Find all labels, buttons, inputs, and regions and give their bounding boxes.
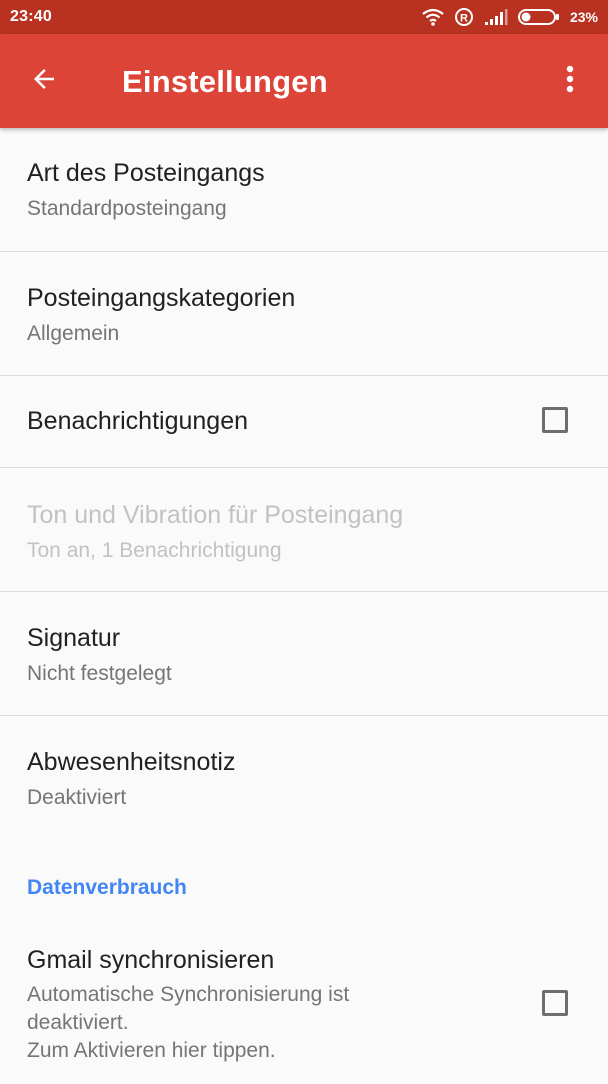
setting-title: Posteingangskategorien: [27, 284, 296, 312]
back-button[interactable]: [20, 57, 68, 105]
overflow-menu-button[interactable]: [550, 57, 590, 105]
setting-summary: Nicht festgelegt: [27, 662, 172, 685]
setting-title: Benachrichtigungen: [27, 407, 248, 435]
signal-icon: [484, 8, 508, 26]
setting-summary: Standardposteingang: [27, 197, 227, 220]
more-vert-icon: [565, 64, 575, 99]
section-header-data-usage: Datenverbrauch: [0, 840, 608, 924]
setting-summary: Automatische Synchronisierung ist deakti…: [27, 983, 350, 1062]
notifications-checkbox[interactable]: [542, 407, 568, 433]
arrow-back-icon: [29, 64, 59, 99]
setting-summary: Allgemein: [27, 322, 120, 345]
setting-vacation-responder[interactable]: Abwesenheitsnotiz Deaktiviert: [0, 716, 608, 840]
page-title: Einstellungen: [122, 64, 328, 99]
setting-summary: Ton an, 1 Benachrichtigung: [27, 539, 282, 562]
setting-notifications[interactable]: Benachrichtigungen: [0, 376, 608, 468]
svg-text:R: R: [460, 13, 468, 25]
status-time: 23:40: [10, 8, 52, 25]
registered-icon: R: [454, 7, 474, 27]
setting-sync-gmail[interactable]: Gmail synchronisieren Automatische Synch…: [0, 924, 608, 1084]
wifi-icon: [422, 8, 444, 26]
battery-fill: [521, 12, 531, 22]
setting-title: Signatur: [27, 624, 121, 652]
section-header-label: Datenverbrauch: [27, 876, 187, 899]
battery-icon: [517, 8, 560, 26]
setting-signature[interactable]: Signatur Nicht festgelegt: [0, 592, 608, 716]
setting-title: Gmail synchronisieren: [27, 946, 275, 974]
settings-list: Art des Posteingangs Standardposteingang…: [0, 128, 608, 1084]
status-icons: R 23%: [422, 6, 598, 28]
setting-inbox-type[interactable]: Art des Posteingangs Standardposteingang: [0, 128, 608, 252]
sync-gmail-checkbox[interactable]: [542, 990, 568, 1016]
setting-title: Ton und Vibration für Posteingang: [27, 501, 404, 529]
battery-percent: 23%: [569, 9, 598, 25]
setting-summary: Deaktiviert: [27, 786, 127, 809]
app-bar: Einstellungen: [0, 34, 608, 128]
setting-title: Art des Posteingangs: [27, 159, 265, 187]
setting-inbox-categories[interactable]: Posteingangskategorien Allgemein: [0, 252, 608, 376]
status-bar: 23:40 R 23%: [0, 0, 608, 34]
setting-title: Abwesenheitsnotiz: [27, 748, 236, 776]
setting-sound-vibration: Ton und Vibration für Posteingang Ton an…: [0, 468, 608, 592]
